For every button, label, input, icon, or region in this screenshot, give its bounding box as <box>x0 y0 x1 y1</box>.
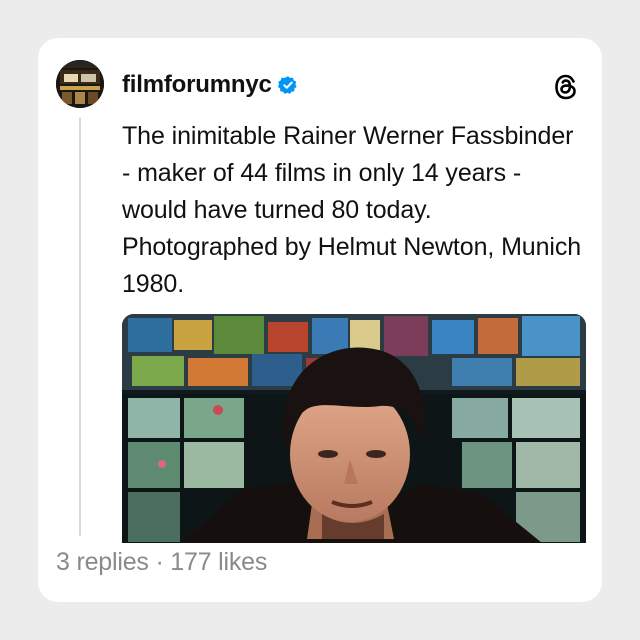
post-card[interactable]: filmforumnyc The inimitable Rainer Werne… <box>38 38 602 602</box>
verified-badge-icon <box>277 76 297 94</box>
post-text: The inimitable Rainer Werner Fassbinder … <box>122 122 582 298</box>
avatar-image <box>56 60 104 108</box>
username-label[interactable]: filmforumnyc <box>122 71 272 99</box>
engagement-stats[interactable]: 3 replies · 177 likes <box>56 548 267 577</box>
post-photo[interactable] <box>122 314 586 543</box>
username[interactable]: filmforumnyc <box>122 71 298 99</box>
thread-line <box>79 118 81 536</box>
threads-logo-icon[interactable] <box>552 72 580 102</box>
avatar[interactable] <box>56 60 104 108</box>
post-photo-image <box>122 314 586 543</box>
